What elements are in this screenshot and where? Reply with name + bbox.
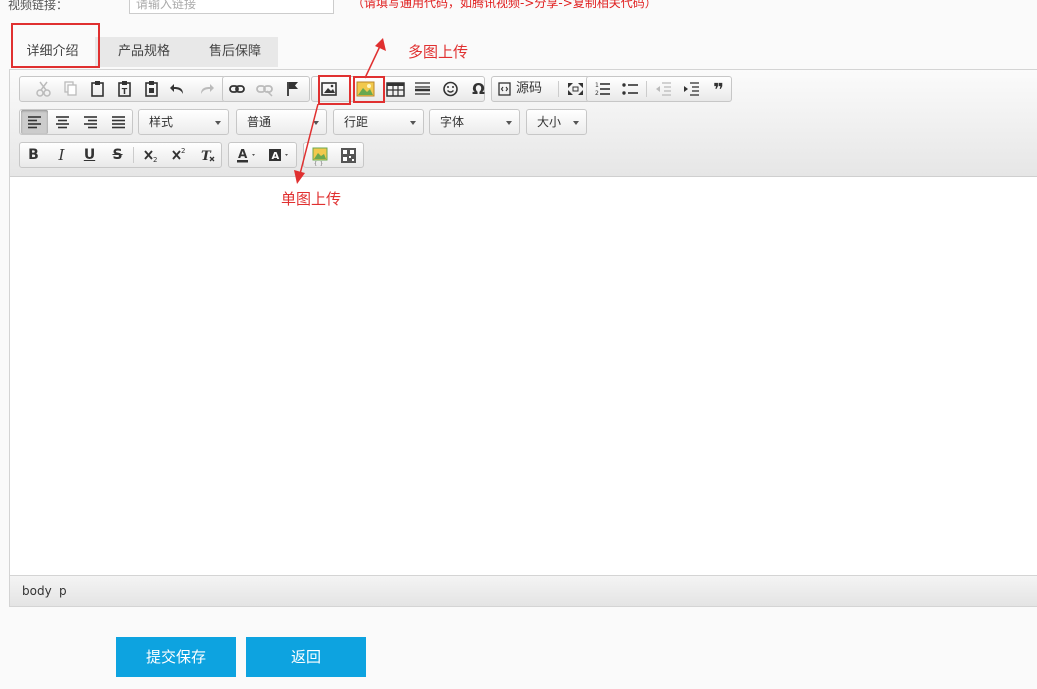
video-link-input[interactable] [129,0,334,14]
line-height-label: 行距 [344,115,369,129]
align-justify-icon[interactable] [105,110,132,134]
video-link-hint: （请填写通用代码，如腾讯视频->分享->复制相关代码） [352,0,657,10]
anchor-flag-icon[interactable] [279,77,306,101]
link-group [222,76,310,102]
superscript-icon[interactable]: 2 [166,143,193,167]
insert-group: Ω [311,76,485,102]
redo-icon[interactable] [192,77,219,101]
element-path-body[interactable]: body [22,576,52,606]
toolbar-separator [133,147,134,163]
outdent-icon[interactable] [650,77,677,101]
source-group: 源码 [491,76,590,102]
source-label: 源码 [516,81,543,96]
underline-button[interactable]: U [76,143,103,167]
style-dropdown[interactable]: 样式 [138,109,229,135]
annotation-arrow-down [293,104,323,188]
element-path-p[interactable]: p [59,576,67,606]
chevron-down-icon [573,121,579,125]
image-icon[interactable] [316,77,343,101]
svg-text:1: 1 [595,82,599,89]
strikethrough-button[interactable]: S [104,143,131,167]
qrcode-icon[interactable] [335,143,362,167]
background-color-icon[interactable]: A [264,143,296,167]
video-link-label: 视频链接： [8,0,69,12]
paste-text-icon[interactable]: T [111,77,138,101]
unlink-icon[interactable] [251,77,278,101]
editor-content-area[interactable] [10,177,1037,577]
bold-button[interactable]: B [20,143,47,167]
text-format-group: B I U S 2 2 T [19,142,222,168]
cut-icon[interactable] [30,77,57,101]
svg-text:T: T [122,87,128,96]
tab-details[interactable]: 详细介绍 [10,37,95,67]
tab-aftersales[interactable]: 售后保障 [194,37,276,67]
blockquote-icon[interactable]: ❞ [705,77,732,101]
chevron-down-icon [506,121,512,125]
font-size-dropdown[interactable]: 大小 [526,109,587,135]
source-button[interactable]: 源码 [494,77,556,101]
source-icon [498,82,512,96]
tab-specs[interactable]: 产品规格 [103,37,185,67]
svg-text:A: A [238,147,248,161]
unordered-list-icon[interactable] [617,77,644,101]
toolbar-separator [558,81,559,97]
svg-text:T: T [201,149,212,164]
toolbar-separator [646,81,647,97]
style-dropdown-label: 样式 [149,115,174,129]
special-char-omega-icon[interactable]: Ω [465,77,492,101]
smiley-icon[interactable] [437,77,464,101]
paragraph-format-label: 普通 [247,115,272,129]
horizontal-rule-icon[interactable] [409,77,436,101]
ordered-list-icon[interactable]: 12 [589,77,616,101]
fullscreen-icon[interactable] [562,77,589,101]
annotation-arrow-up [362,38,388,80]
align-center-icon[interactable] [49,110,76,134]
font-family-dropdown[interactable]: 字体 [429,109,520,135]
svg-text:2: 2 [153,156,157,164]
tab-bar: 详细介绍 产品规格 售后保障 [10,37,278,67]
font-size-label: 大小 [537,115,562,129]
chevron-down-icon [410,121,416,125]
link-icon[interactable] [224,77,251,101]
font-family-label: 字体 [440,115,465,129]
editor-toolbar: T Ω 源码 1 2 ❞ 样式 普通 行距 字体 大小 B I U S 2 2 … [10,70,1037,177]
align-right-icon[interactable] [77,110,104,134]
multi-image-upload-annotation: 多图上传 [408,43,469,61]
copy-icon[interactable] [57,77,84,101]
clear-format-icon[interactable]: T [194,143,221,167]
undo-icon[interactable] [165,77,192,101]
submit-save-button[interactable]: 提交保存 [116,637,236,677]
line-height-dropdown[interactable]: 行距 [333,109,424,135]
table-icon[interactable] [382,77,409,101]
paste-word-icon[interactable] [138,77,165,101]
back-button[interactable]: 返回 [246,637,366,677]
list-group: 12 ❞ [586,76,732,102]
color-group: A A [228,142,297,168]
svg-text:2: 2 [181,147,185,155]
multi-image-icon[interactable] [352,77,379,101]
font-color-icon[interactable]: A [231,143,263,167]
single-image-upload-annotation: 单图上传 [281,190,342,208]
italic-button[interactable]: I [48,143,75,167]
svg-text:2: 2 [595,90,599,97]
editor-statusbar: body p [10,575,1037,606]
align-left-icon[interactable] [21,110,48,134]
svg-text:A: A [272,151,280,162]
chevron-down-icon [215,121,221,125]
indent-icon[interactable] [678,77,705,101]
alignment-group [19,109,133,135]
subscript-icon[interactable]: 2 [138,143,165,167]
paste-icon[interactable] [84,77,111,101]
rich-text-editor: T Ω 源码 1 2 ❞ 样式 普通 行距 字体 大小 B I U S 2 2 … [9,69,1037,607]
clipboard-group: T [19,76,226,102]
